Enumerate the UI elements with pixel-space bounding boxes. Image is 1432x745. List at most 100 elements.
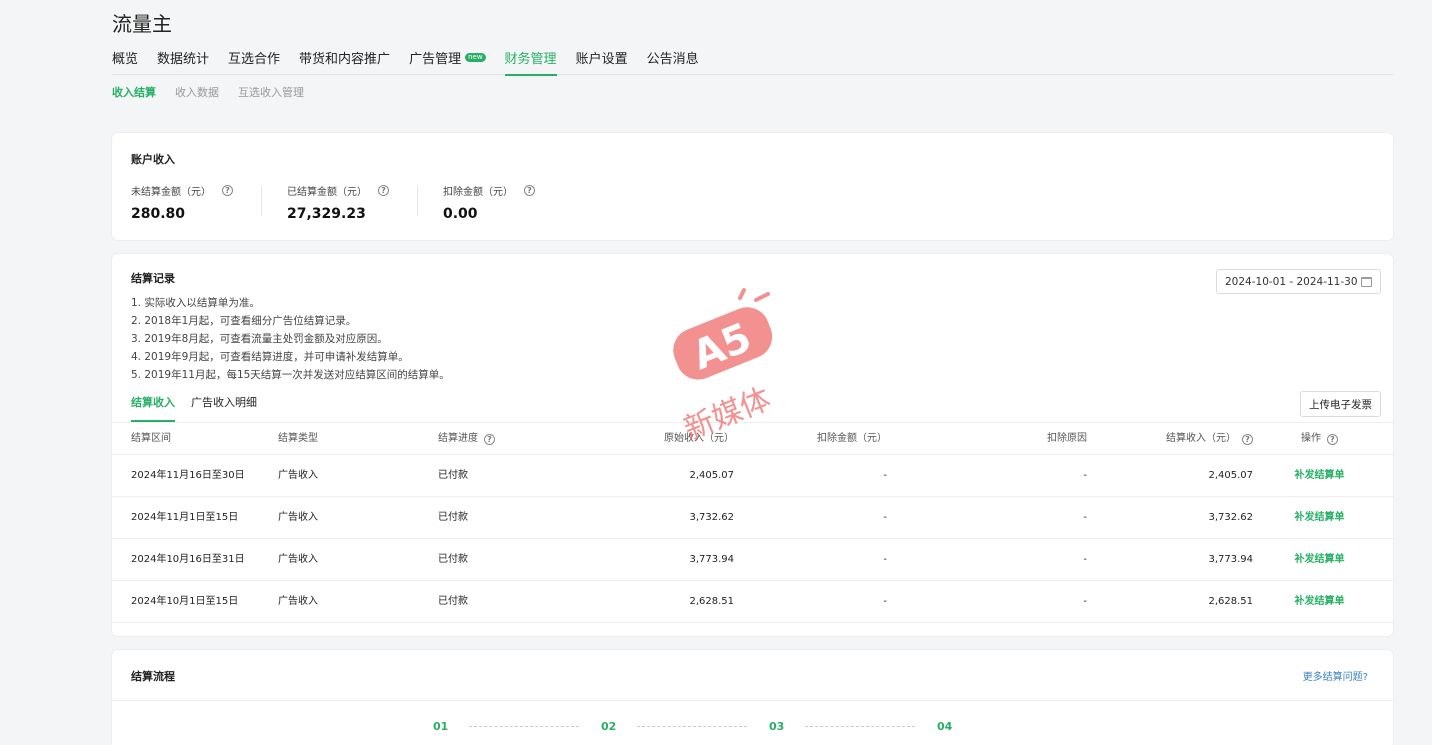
more-settlement-questions-link[interactable]: 更多结算问题? bbox=[1303, 668, 1368, 683]
cell-original: 3,773.94 bbox=[689, 554, 734, 565]
nav-overview[interactable]: 概览 bbox=[112, 50, 138, 75]
column-header-label: 结算进度 bbox=[438, 433, 478, 444]
cell-type: 广告收入 bbox=[278, 596, 318, 607]
nav-label: 广告管理 bbox=[409, 52, 462, 67]
account-income-title: 账户收入 bbox=[131, 153, 175, 166]
stat-deducted: 扣除金额（元）? 0.00 bbox=[443, 183, 535, 222]
stat-label: 未结算金额（元） bbox=[131, 187, 211, 198]
app-title: 流量主 bbox=[112, 12, 172, 36]
reissue-statement-link[interactable]: 补发结算单 bbox=[1295, 596, 1345, 607]
cell-progress: 已付款 bbox=[438, 554, 468, 565]
cell-period: 2024年10月1日至15日 bbox=[131, 596, 239, 607]
main-nav: 概览 数据统计 互选合作 带货和内容推广 广告管理 new 财务管理 账户设置 公… bbox=[112, 50, 1393, 76]
cell-type: 广告收入 bbox=[278, 470, 318, 481]
column-header-label: 结算区间 bbox=[131, 433, 171, 444]
new-badge: new bbox=[465, 53, 486, 62]
divider bbox=[112, 700, 1393, 701]
nav-label: 概览 bbox=[112, 52, 139, 67]
nav-announcements[interactable]: 公告消息 bbox=[647, 50, 699, 75]
tab-settlement-income[interactable]: 结算收入 bbox=[131, 394, 175, 422]
reissue-statement-link[interactable]: 补发结算单 bbox=[1295, 554, 1345, 565]
column-header-label: 操作 bbox=[1301, 433, 1321, 444]
cell-period: 2024年11月16日至30日 bbox=[131, 470, 245, 481]
help-icon[interactable]: ? bbox=[484, 433, 495, 445]
note-line: 1. 实际收入以结算单为准。 bbox=[131, 297, 260, 309]
nav-mutual-cooperation[interactable]: 互选合作 bbox=[228, 50, 280, 75]
stat-unsettled: 未结算金额（元）? 280.80 bbox=[131, 183, 233, 222]
cell-original: 2,405.07 bbox=[689, 470, 734, 481]
cell-income: 3,732.62 bbox=[1208, 512, 1253, 523]
nav-finance[interactable]: 财务管理 bbox=[504, 50, 557, 76]
col-period: 结算区间 bbox=[131, 423, 171, 455]
column-header-label: 扣除原因 bbox=[1047, 433, 1087, 444]
step-number: 04 bbox=[937, 720, 953, 733]
cell-income: 3,773.94 bbox=[1208, 554, 1253, 565]
table-row: 2024年10月1日至15日 广告收入 已付款 2,628.51 - - 2,6… bbox=[112, 581, 1393, 623]
date-range-picker[interactable]: 2024-10-01 - 2024-11-30 bbox=[1216, 269, 1381, 294]
tab-ad-income-detail[interactable]: 广告收入明细 bbox=[191, 394, 257, 422]
cell-deduct: - bbox=[883, 596, 887, 607]
note-line: 3. 2019年8月起，可查看流量主处罚金额及对应原因。 bbox=[131, 333, 388, 345]
cell-action: 补发结算单 bbox=[1292, 455, 1347, 497]
cell-progress: 已付款 bbox=[438, 596, 468, 607]
cell-period: 2024年11月1日至15日 bbox=[131, 512, 239, 523]
help-icon[interactable]: ? bbox=[524, 185, 535, 196]
subnav-income-data[interactable]: 收入数据 bbox=[175, 84, 219, 100]
nav-label: 互选合作 bbox=[228, 52, 281, 67]
step-connector bbox=[469, 726, 579, 727]
nav-label: 公告消息 bbox=[646, 52, 699, 67]
note-line: 5. 2019年11月起，每15天结算一次并发送对应结算区间的结算单。 bbox=[131, 369, 450, 381]
nav-product-promotion[interactable]: 带货和内容推广 bbox=[299, 50, 390, 75]
column-header-label: 结算类型 bbox=[278, 433, 318, 444]
col-action: 操作? bbox=[1292, 423, 1347, 455]
help-icon[interactable]: ? bbox=[1242, 433, 1253, 445]
stat-value: 280.80 bbox=[131, 206, 186, 222]
cell-income: 2,628.51 bbox=[1208, 596, 1253, 607]
col-income: 结算收入（元）? bbox=[1166, 423, 1253, 455]
cell-deduct: - bbox=[883, 554, 887, 565]
nav-account-settings[interactable]: 账户设置 bbox=[576, 50, 628, 75]
help-icon[interactable]: ? bbox=[222, 185, 233, 196]
cell-reason: - bbox=[1083, 596, 1087, 607]
help-icon[interactable]: ? bbox=[378, 185, 389, 196]
subnav-mutual-income[interactable]: 互选收入管理 bbox=[238, 84, 304, 100]
subnav-income-settlement[interactable]: 收入结算 bbox=[112, 84, 156, 100]
stat-label: 已结算金额（元） bbox=[287, 187, 367, 198]
table-row: 2024年10月16日至31日 广告收入 已付款 3,773.94 - - 3,… bbox=[112, 539, 1393, 581]
help-icon[interactable]: ? bbox=[1327, 433, 1338, 445]
nav-ad-management[interactable]: 广告管理 new bbox=[409, 50, 486, 75]
reissue-statement-link[interactable]: 补发结算单 bbox=[1295, 512, 1345, 523]
cell-income: 2,405.07 bbox=[1208, 470, 1253, 481]
step-connector bbox=[805, 726, 915, 727]
column-header-label: 原始收入（元） bbox=[664, 433, 734, 444]
col-reason: 扣除原因 bbox=[1047, 423, 1087, 455]
cell-progress: 已付款 bbox=[438, 512, 468, 523]
nav-label: 账户设置 bbox=[575, 52, 628, 67]
flow-steps: 01 02 03 04 bbox=[433, 720, 953, 733]
note-line: 4. 2019年9月起，可查看结算进度，并可申请补发结算单。 bbox=[131, 351, 409, 363]
records-notes: 1. 实际收入以结算单为准。 2. 2018年1月起，可查看细分广告位结算记录。… bbox=[131, 294, 450, 384]
cell-reason: - bbox=[1083, 554, 1087, 565]
settlement-records-card: 结算记录 2024-10-01 - 2024-11-30 1. 实际收入以结算单… bbox=[112, 254, 1393, 636]
stat-settled: 已结算金额（元）? 27,329.23 bbox=[287, 183, 389, 222]
stat-divider bbox=[261, 186, 262, 216]
cell-action: 补发结算单 bbox=[1292, 497, 1347, 539]
table-row: 2024年11月16日至30日 广告收入 已付款 2,405.07 - - 2,… bbox=[112, 455, 1393, 497]
upload-invoice-button[interactable]: 上传电子发票 bbox=[1300, 391, 1381, 417]
step-number: 01 bbox=[433, 720, 449, 733]
account-income-card: 账户收入 未结算金额（元）? 280.80 已结算金额（元）? 27,329.2… bbox=[112, 133, 1393, 240]
stat-label: 扣除金额（元） bbox=[443, 187, 513, 198]
note-line: 2. 2018年1月起，可查看细分广告位结算记录。 bbox=[131, 315, 357, 327]
reissue-statement-link[interactable]: 补发结算单 bbox=[1295, 470, 1345, 481]
table-row: 2024年11月1日至15日 广告收入 已付款 3,732.62 - - 3,7… bbox=[112, 497, 1393, 539]
col-progress: 结算进度? bbox=[438, 423, 495, 455]
cell-deduct: - bbox=[883, 512, 887, 523]
cell-reason: - bbox=[1083, 512, 1087, 523]
nav-statistics[interactable]: 数据统计 bbox=[157, 50, 209, 75]
col-deduct: 扣除金额（元） bbox=[817, 423, 887, 455]
flow-title: 结算流程 bbox=[131, 670, 175, 683]
step-number: 02 bbox=[601, 720, 617, 733]
stat-value: 27,329.23 bbox=[287, 206, 366, 222]
cell-action: 补发结算单 bbox=[1292, 539, 1347, 581]
column-header-label: 扣除金额（元） bbox=[817, 433, 887, 444]
